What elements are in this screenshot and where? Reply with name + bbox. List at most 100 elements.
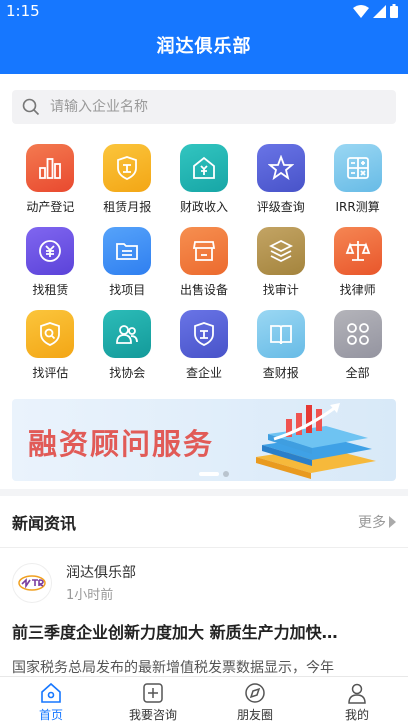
club-logo-icon bbox=[18, 574, 46, 591]
grid-label: 查企业 bbox=[185, 366, 222, 380]
home-icon bbox=[41, 682, 61, 703]
grid-label: 找审计 bbox=[262, 283, 299, 297]
news-section: 新闻资讯 更多 润达俱乐部 1小时前 前三季度企业创新力度加大 新质生产力加快…… bbox=[0, 496, 408, 676]
grid-item-find-lease[interactable]: 找租赁 bbox=[12, 227, 89, 298]
post-head: 润达俱乐部 1小时前 bbox=[12, 562, 396, 603]
tab-profile[interactable]: 我的 bbox=[306, 677, 408, 727]
shield-search-icon bbox=[40, 322, 61, 346]
yen-circle-icon bbox=[39, 240, 62, 262]
post-headline[interactable]: 前三季度企业创新力度加大 新质生产力加快… bbox=[12, 619, 396, 643]
carousel-dots bbox=[199, 471, 229, 477]
more-label: 更多 bbox=[358, 514, 386, 531]
main-content: 动产登记 租赁月报 财政收入 评级查询 bbox=[0, 74, 408, 676]
status-time: 1:15 bbox=[6, 2, 40, 20]
house-yen-icon bbox=[193, 156, 215, 179]
grid-item-check-financials[interactable]: 查财报 bbox=[242, 310, 319, 381]
grid-item-sell-equipment[interactable]: 出售设备 bbox=[166, 227, 243, 298]
tile-bg bbox=[103, 227, 152, 275]
status-bar: 1:15 bbox=[0, 0, 408, 22]
banner-text: 融资顾问服务 bbox=[28, 427, 215, 461]
shield-badge-icon bbox=[117, 156, 138, 180]
tile-bg bbox=[333, 310, 382, 358]
tab-moments[interactable]: 朋友圈 bbox=[204, 677, 306, 727]
grid-label: 全部 bbox=[345, 366, 370, 380]
status-icons bbox=[353, 4, 398, 18]
grid-item-irr-calc[interactable]: IRR测算 bbox=[319, 144, 396, 215]
search-icon bbox=[22, 98, 40, 116]
grid-item-find-audit[interactable]: 找审计 bbox=[242, 227, 319, 298]
scales-icon bbox=[345, 241, 370, 261]
grid-item-find-association[interactable]: 找协会 bbox=[89, 310, 166, 381]
battery-icon bbox=[390, 4, 398, 18]
people-icon bbox=[116, 325, 139, 344]
tab-label: 我要咨询 bbox=[128, 707, 177, 722]
bottom-tab-bar: 首页 我要咨询 朋友圈 我的 bbox=[0, 676, 408, 727]
post-time: 1小时前 bbox=[66, 588, 114, 603]
tile-bg bbox=[26, 227, 75, 275]
feature-grid: 动产登记 租赁月报 财政收入 评级查询 IRR测算 找租赁 找项目 出售设备 找… bbox=[12, 144, 396, 381]
grid-label: IRR测算 bbox=[335, 200, 380, 214]
grid-label: 查财报 bbox=[262, 366, 299, 380]
grid-item-movable-registration[interactable]: 动产登记 bbox=[12, 144, 89, 215]
tab-label: 我的 bbox=[344, 707, 369, 722]
grid-item-rating-query[interactable]: 评级查询 bbox=[242, 144, 319, 215]
tile-bg bbox=[333, 144, 382, 192]
news-section-title: 新闻资讯 bbox=[12, 513, 77, 533]
star-icon bbox=[267, 155, 294, 181]
signal-icon bbox=[373, 4, 386, 18]
post-excerpt: 国家税务总局发布的最新增值税发票数据显示，今年 bbox=[12, 660, 334, 676]
carousel-dot[interactable] bbox=[223, 471, 229, 477]
search-bar[interactable] bbox=[12, 90, 396, 124]
more-link[interactable]: 更多 bbox=[358, 512, 396, 532]
grid-label: 租赁月报 bbox=[103, 200, 152, 214]
book-icon bbox=[269, 325, 292, 345]
tile-bg bbox=[179, 144, 228, 192]
grid-item-find-valuation[interactable]: 找评估 bbox=[12, 310, 89, 381]
calculator-icon bbox=[346, 157, 369, 179]
grid-label: 找评估 bbox=[32, 366, 69, 380]
promo-banner[interactable]: 融资顾问服务 bbox=[12, 399, 396, 481]
tile-bg bbox=[103, 310, 152, 358]
post-meta: 润达俱乐部 1小时前 bbox=[66, 562, 136, 603]
page-title: 润达俱乐部 bbox=[156, 36, 252, 57]
search-input[interactable] bbox=[50, 99, 350, 115]
post-author: 润达俱乐部 bbox=[66, 565, 136, 581]
grid-label: 找项目 bbox=[109, 283, 146, 297]
top-card: 动产登记 租赁月报 财政收入 评级查询 bbox=[0, 74, 408, 489]
store-icon bbox=[192, 241, 216, 261]
plus-square-icon bbox=[143, 682, 163, 703]
tile-bg bbox=[103, 144, 152, 192]
compass-icon bbox=[245, 682, 265, 703]
grid-label: 找协会 bbox=[109, 366, 146, 380]
caret-right-icon bbox=[389, 515, 396, 528]
tab-label: 首页 bbox=[38, 707, 63, 722]
folder-icon bbox=[116, 243, 139, 260]
bar-chart-icon bbox=[39, 158, 62, 179]
tab-home[interactable]: 首页 bbox=[0, 677, 102, 727]
grid-item-fiscal-revenue[interactable]: 财政收入 bbox=[166, 144, 243, 215]
tab-consult[interactable]: 我要咨询 bbox=[102, 677, 204, 727]
tab-label: 朋友圈 bbox=[236, 707, 273, 722]
grid-label: 动产登记 bbox=[26, 200, 75, 214]
grid-item-lease-report[interactable]: 租赁月报 bbox=[89, 144, 166, 215]
avatar bbox=[12, 562, 52, 603]
layers-icon bbox=[268, 239, 293, 263]
carousel-dot-active[interactable] bbox=[199, 472, 219, 476]
grid-item-find-project[interactable]: 找项目 bbox=[89, 227, 166, 298]
tile-bg bbox=[333, 227, 382, 275]
grid-label: 财政收入 bbox=[179, 200, 228, 214]
grid-item-all[interactable]: 全部 bbox=[319, 310, 396, 381]
grid-item-find-lawyer[interactable]: 找律师 bbox=[319, 227, 396, 298]
grid-label: 评级查询 bbox=[256, 200, 305, 214]
news-header: 新闻资讯 更多 bbox=[0, 496, 408, 548]
grid-label: 找律师 bbox=[339, 283, 376, 297]
books-chart-illustration bbox=[256, 403, 376, 479]
tile-bg bbox=[26, 144, 75, 192]
news-post[interactable]: 润达俱乐部 1小时前 前三季度企业创新力度加大 新质生产力加快… 国家税务总局发… bbox=[0, 548, 408, 676]
tile-bg bbox=[179, 310, 228, 358]
tile-bg bbox=[179, 227, 228, 275]
person-icon bbox=[348, 683, 366, 704]
grid-label: 找租赁 bbox=[32, 283, 69, 297]
grid-item-check-company[interactable]: 查企业 bbox=[166, 310, 243, 381]
app-header: 1:15 润达俱乐部 bbox=[0, 0, 408, 74]
